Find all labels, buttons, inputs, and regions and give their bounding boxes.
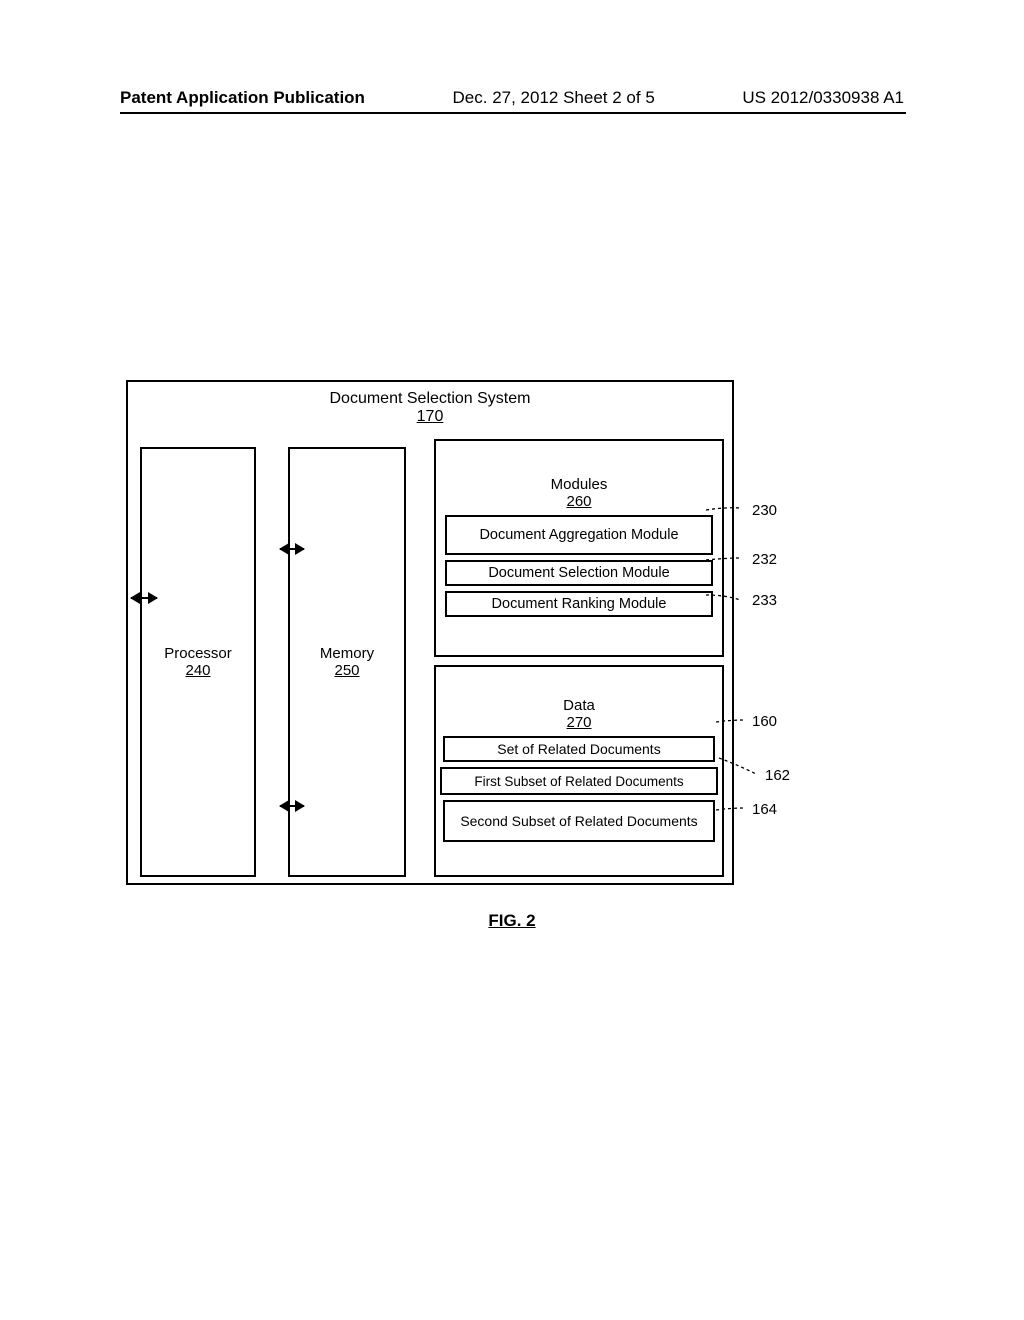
arrow-memory-data <box>280 805 304 807</box>
module-ranking-label: Document Ranking Module <box>492 596 667 612</box>
system-number: 170 <box>417 408 444 425</box>
data-first-subset-label: First Subset of Related Documents <box>474 774 683 789</box>
modules-number: 260 <box>566 493 591 510</box>
callout-164: 164 <box>752 801 777 818</box>
data-set: Set of Related Documents <box>443 736 715 762</box>
module-ranking: Document Ranking Module <box>445 591 713 617</box>
data-block: Data 270 Set of Related Documents First … <box>434 665 724 877</box>
arrow-memory-modules <box>280 548 304 550</box>
module-selection-label: Document Selection Module <box>488 565 669 581</box>
module-selection: Document Selection Module <box>445 560 713 586</box>
data-title: Data 270 <box>436 697 722 731</box>
system-title: Document Selection System 170 <box>128 390 732 426</box>
modules-title-text: Modules <box>551 476 608 493</box>
arrow-processor-memory <box>131 597 157 599</box>
memory-block: Memory 250 <box>288 447 406 877</box>
callout-162: 162 <box>765 767 790 784</box>
header-left: Patent Application Publication <box>120 88 365 108</box>
memory-number: 250 <box>334 662 359 679</box>
callout-232: 232 <box>752 551 777 568</box>
header-center: Dec. 27, 2012 Sheet 2 of 5 <box>453 88 655 108</box>
data-first-subset: First Subset of Related Documents <box>440 767 718 795</box>
data-number: 270 <box>566 714 591 731</box>
figure-label: FIG. 2 <box>0 911 1024 931</box>
data-set-label: Set of Related Documents <box>497 741 660 757</box>
data-second-subset: Second Subset of Related Documents <box>443 800 715 842</box>
callout-160: 160 <box>752 713 777 730</box>
modules-title: Modules 260 <box>436 476 722 510</box>
processor-number: 240 <box>185 662 210 679</box>
module-aggregation: Document Aggregation Module <box>445 515 713 555</box>
callout-233: 233 <box>752 592 777 609</box>
modules-block: Modules 260 Document Aggregation Module … <box>434 439 724 657</box>
header-divider <box>120 112 906 114</box>
system-title-text: Document Selection System <box>330 390 531 407</box>
data-second-subset-label: Second Subset of Related Documents <box>460 813 697 829</box>
system-container: Document Selection System 170 Processor … <box>126 380 734 885</box>
header-right: US 2012/0330938 A1 <box>742 88 904 108</box>
memory-label: Memory <box>320 645 374 662</box>
processor-block: Processor 240 <box>140 447 256 877</box>
data-title-text: Data <box>563 697 595 714</box>
module-aggregation-label: Document Aggregation Module <box>479 527 678 543</box>
processor-label: Processor <box>164 645 232 662</box>
callout-230: 230 <box>752 502 777 519</box>
